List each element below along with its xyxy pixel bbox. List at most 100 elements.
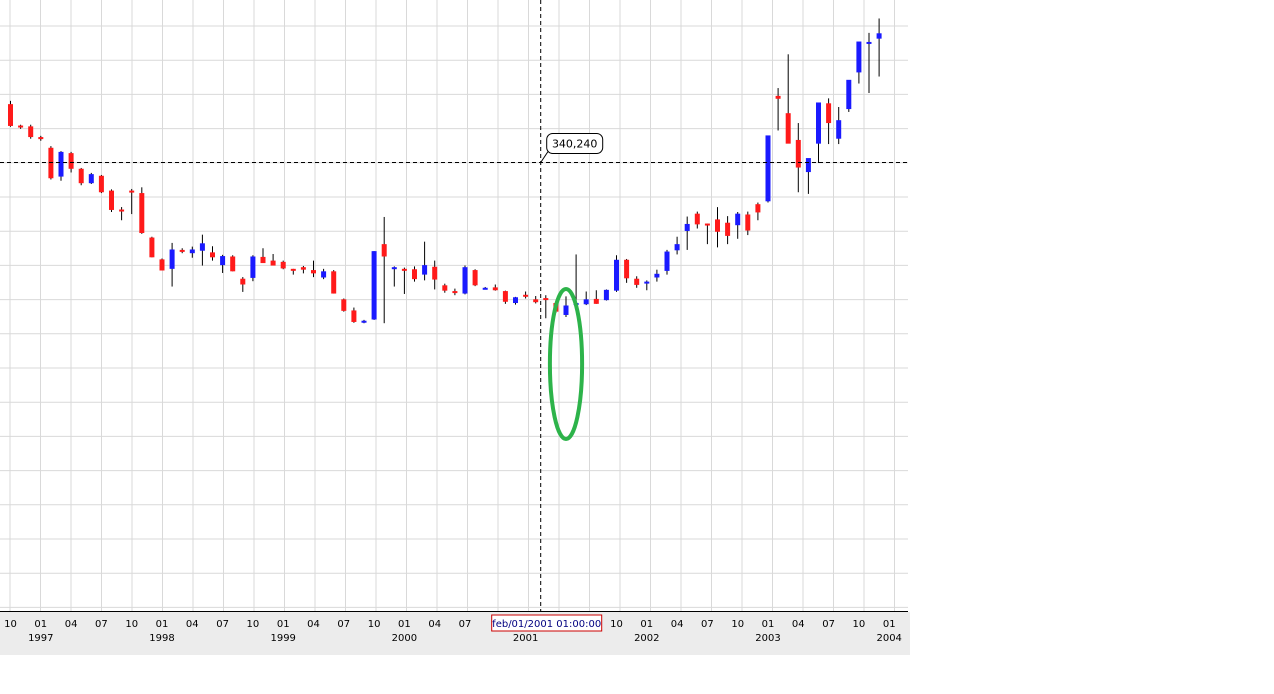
candle[interactable] — [846, 79, 852, 112]
candle[interactable] — [179, 248, 185, 254]
x-tick-label: 07 — [216, 619, 229, 630]
candle[interactable] — [8, 100, 13, 127]
candle-body-down — [98, 175, 104, 193]
candle[interactable] — [674, 236, 680, 255]
candle[interactable] — [593, 290, 599, 304]
candle[interactable] — [300, 265, 306, 274]
candle[interactable] — [159, 258, 165, 271]
candle[interactable] — [442, 283, 448, 293]
x-tick-label: 04 — [186, 619, 199, 630]
candle[interactable] — [321, 268, 327, 280]
candle[interactable] — [341, 298, 347, 312]
candle[interactable] — [230, 255, 236, 272]
candle[interactable] — [765, 135, 771, 203]
candle[interactable] — [280, 260, 286, 270]
candle[interactable] — [644, 280, 650, 291]
candle[interactable] — [210, 246, 215, 261]
candle-body-down — [119, 209, 125, 212]
candle[interactable] — [603, 289, 609, 301]
candle-body-up — [846, 79, 852, 110]
candle-body-down — [432, 266, 438, 280]
candle-body-up — [422, 265, 428, 275]
candle[interactable] — [28, 124, 34, 139]
candle-body-down — [300, 267, 306, 270]
candle[interactable] — [543, 295, 549, 319]
candle[interactable] — [109, 189, 114, 213]
candlestick-chart[interactable]: 340,240 10 01 04 07 10 01 04 07 10 01 04 07 10 01 04 07… — [0, 0, 910, 655]
candle-body-down — [533, 299, 539, 303]
candle[interactable] — [422, 241, 428, 281]
candle[interactable] — [583, 291, 589, 306]
candle[interactable] — [351, 307, 357, 323]
candle[interactable] — [98, 174, 104, 194]
candle[interactable] — [149, 236, 155, 258]
candle[interactable] — [876, 18, 882, 77]
candle[interactable] — [523, 291, 529, 299]
candle[interactable] — [795, 123, 801, 193]
candle[interactable] — [381, 216, 387, 324]
candle[interactable] — [88, 172, 94, 185]
x-tick-label: 10 — [853, 619, 866, 630]
candle[interactable] — [169, 242, 175, 287]
candle[interactable] — [704, 223, 710, 245]
candle[interactable] — [816, 102, 821, 164]
candle[interactable] — [58, 151, 64, 181]
candle[interactable] — [78, 167, 84, 186]
candle[interactable] — [129, 188, 135, 215]
candle-body-down — [826, 103, 832, 124]
candle[interactable] — [654, 269, 660, 282]
candle[interactable] — [694, 211, 700, 229]
candle-body-down — [28, 126, 34, 138]
candle[interactable] — [361, 319, 367, 324]
candle[interactable] — [119, 207, 125, 221]
candle[interactable] — [664, 249, 670, 275]
candle[interactable] — [452, 288, 458, 296]
candle-body-up — [462, 267, 468, 294]
x-tick-label: 07 — [701, 619, 714, 630]
candle[interactable] — [492, 284, 498, 291]
candle[interactable] — [805, 158, 811, 194]
candle[interactable] — [482, 286, 488, 290]
candle[interactable] — [502, 290, 508, 304]
candle-body-down — [210, 252, 215, 258]
candle[interactable] — [684, 216, 690, 250]
x-tick-label: 07 — [95, 619, 108, 630]
candle[interactable] — [725, 216, 731, 245]
candle-body-down — [68, 153, 74, 169]
candle[interactable] — [412, 266, 417, 282]
crosshair-date-label: feb/01/2001 01:00:00 — [492, 619, 601, 630]
candle[interactable] — [250, 255, 256, 282]
candle[interactable] — [836, 107, 842, 145]
candle[interactable] — [38, 135, 44, 141]
candle[interactable] — [624, 258, 630, 283]
candle[interactable] — [240, 277, 246, 292]
candle[interactable] — [371, 251, 377, 320]
candle[interactable] — [472, 269, 478, 287]
candle[interactable] — [270, 254, 276, 266]
candle[interactable] — [634, 276, 640, 288]
candle[interactable] — [866, 32, 872, 94]
candle-body-up — [816, 102, 821, 144]
candle[interactable] — [260, 248, 266, 264]
candle[interactable] — [290, 268, 296, 275]
candle-body-down — [492, 287, 498, 291]
candle[interactable] — [331, 270, 337, 294]
chart-area[interactable]: 340,240 10 01 04 07 10 01 04 07 10 01 04 07 10 01 04 07… — [0, 0, 910, 655]
candle[interactable] — [139, 187, 145, 234]
candle[interactable] — [715, 207, 720, 248]
candle[interactable] — [614, 255, 619, 292]
candle[interactable] — [533, 296, 539, 304]
candle-body-down — [412, 269, 417, 280]
candle[interactable] — [199, 234, 205, 266]
candle[interactable] — [513, 296, 518, 305]
candle[interactable] — [735, 212, 741, 239]
candle[interactable] — [189, 246, 195, 258]
candle[interactable] — [462, 265, 468, 295]
candle[interactable] — [826, 98, 832, 145]
candle[interactable] — [755, 202, 761, 221]
candle[interactable] — [785, 54, 791, 144]
candle[interactable] — [391, 266, 397, 287]
candle[interactable] — [220, 254, 226, 273]
candle[interactable] — [856, 41, 862, 84]
candle-body-up — [836, 120, 842, 139]
